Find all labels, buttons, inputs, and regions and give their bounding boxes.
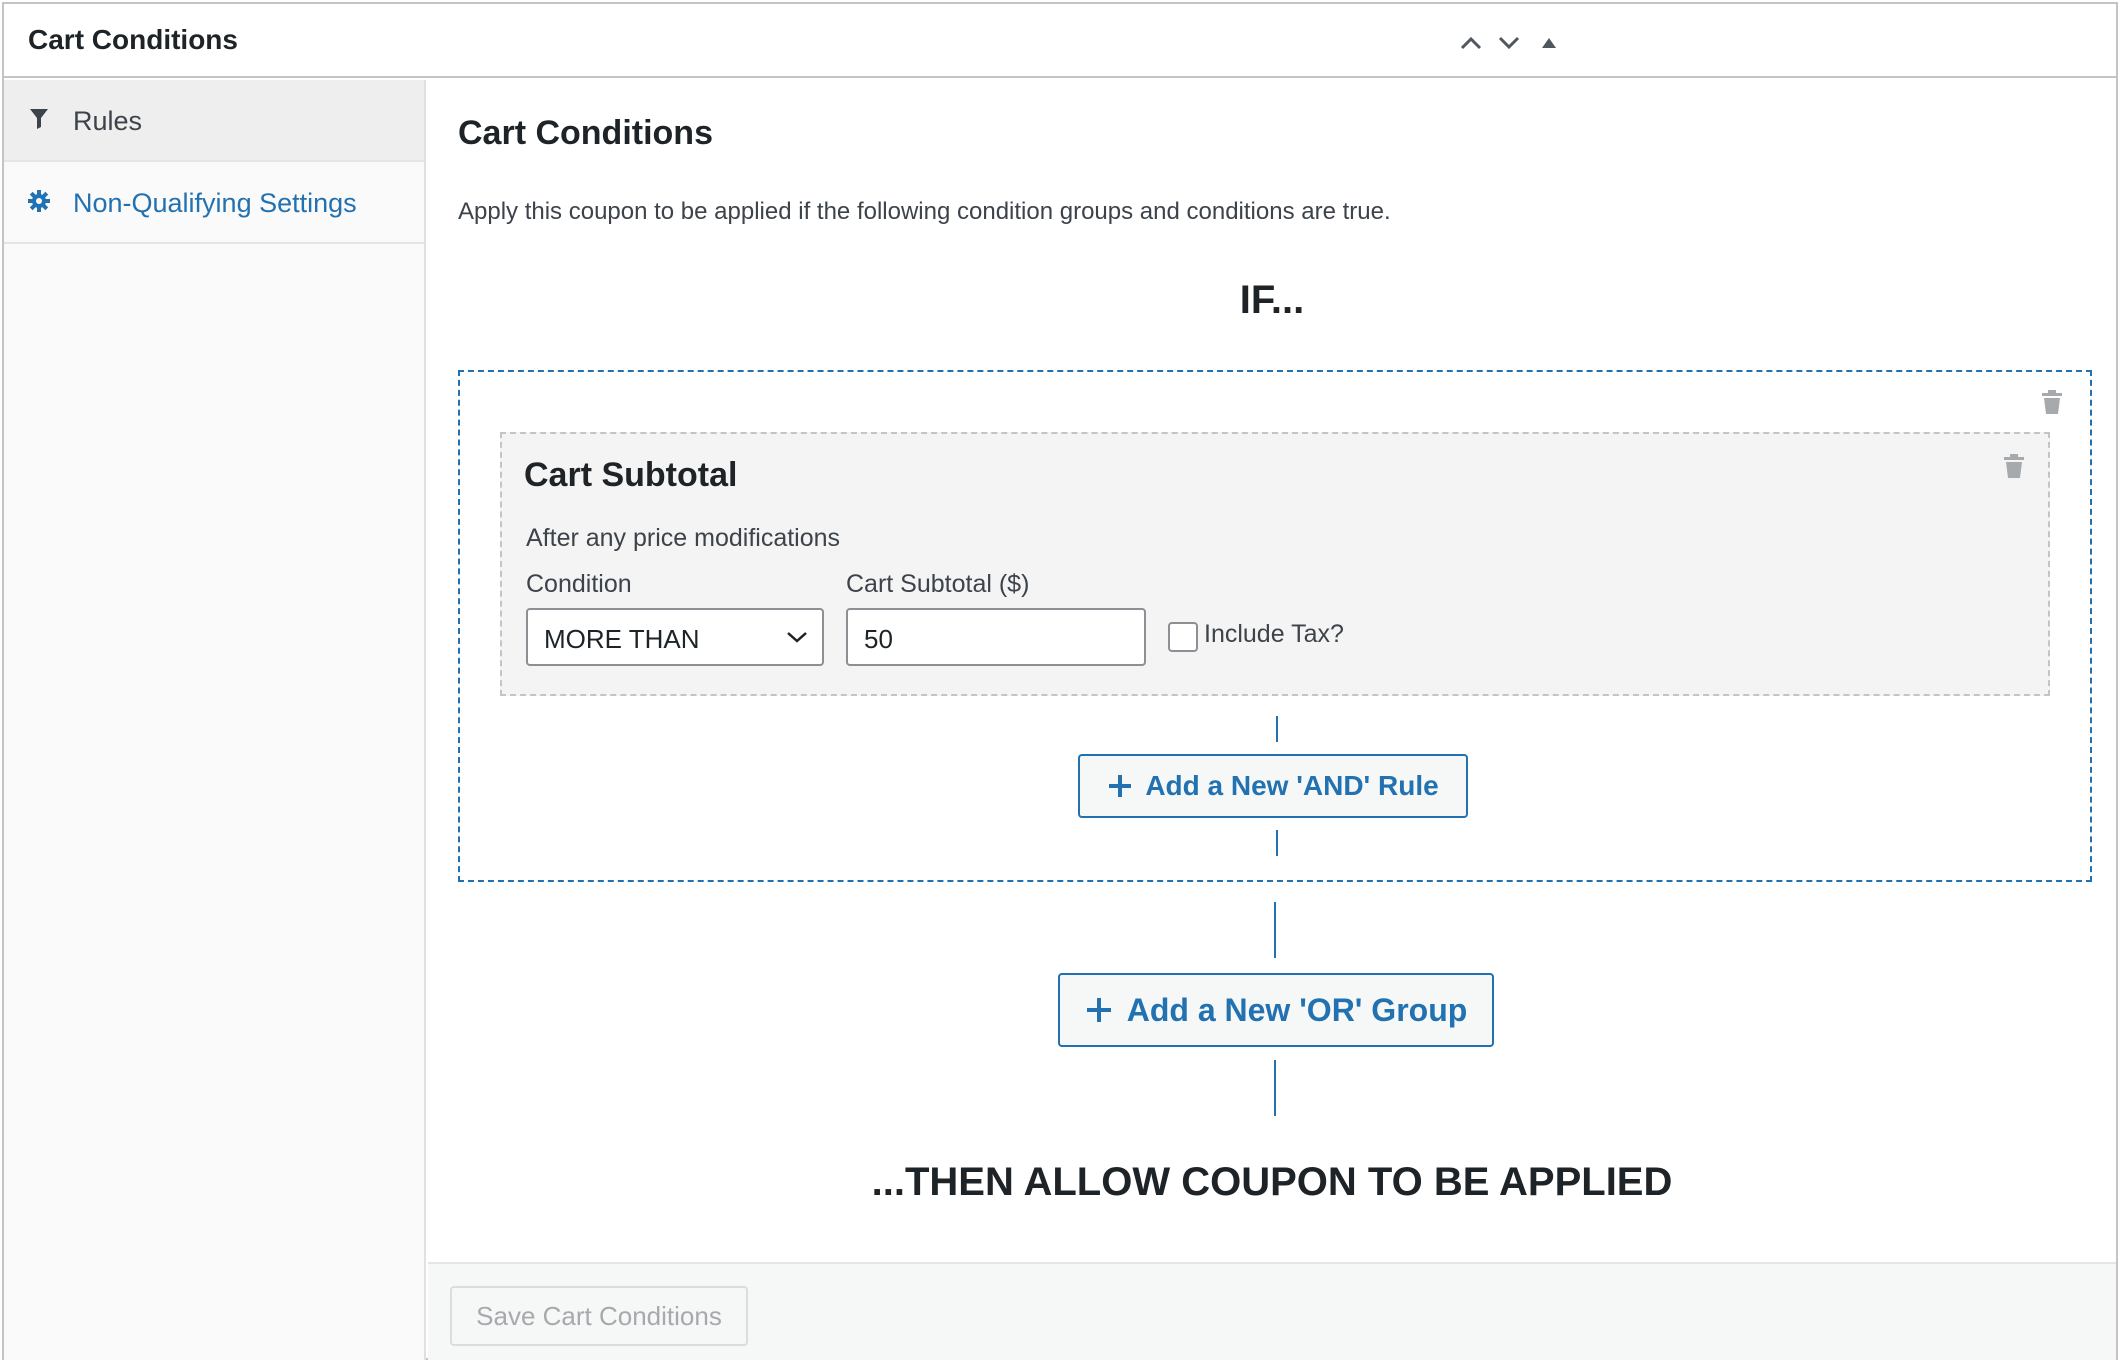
- save-cart-conditions-button[interactable]: Save Cart Conditions: [450, 1286, 748, 1346]
- sidebar-item-rules[interactable]: Rules: [4, 80, 424, 162]
- cart-subtotal-label: Cart Subtotal ($): [846, 570, 1030, 598]
- condition-field-cart-subtotal: Cart Subtotal After any price modificati…: [500, 432, 2050, 696]
- sidebar-item-label: Rules: [73, 106, 143, 136]
- connector-line: [1276, 830, 1278, 856]
- panel-title: Cart Conditions: [28, 24, 238, 55]
- chevron-down-icon: [786, 630, 808, 649]
- add-or-group-button[interactable]: Add a New 'OR' Group: [1058, 973, 1494, 1047]
- chevron-up-icon: [1460, 36, 1482, 50]
- condition-title: Cart Subtotal: [524, 456, 738, 494]
- plus-icon: [1109, 775, 1132, 797]
- cart-subtotal-input[interactable]: 50: [846, 608, 1146, 666]
- delete-group-button[interactable]: [2040, 388, 2064, 416]
- delete-condition-button[interactable]: [2002, 452, 2026, 480]
- caret-up-icon: [1542, 38, 1556, 48]
- toggle-panel-button[interactable]: [1532, 26, 1566, 60]
- section-description: Apply this coupon to be applied if the f…: [458, 198, 1391, 225]
- condition-subtitle: After any price modifications: [526, 524, 841, 552]
- sidebar-item-label: Non-Qualifying Settings: [73, 188, 357, 218]
- main-content: Cart Conditions Apply this coupon to be …: [428, 80, 2116, 1262]
- connector-line: [1276, 716, 1278, 742]
- chevron-down-icon: [1498, 36, 1520, 50]
- move-up-button[interactable]: [1454, 26, 1488, 60]
- connector-line: [1274, 1060, 1276, 1116]
- panel-footer: Save Cart Conditions: [428, 1262, 2116, 1360]
- sidebar-item-non-qualifying-settings[interactable]: Non-Qualifying Settings: [4, 162, 424, 244]
- cart-subtotal-value: 50: [864, 624, 893, 654]
- move-down-button[interactable]: [1492, 26, 1526, 60]
- condition-select-value: MORE THAN: [544, 624, 700, 654]
- gear-icon: [26, 188, 52, 214]
- filter-icon: [26, 106, 52, 132]
- include-tax-checkbox[interactable]: [1168, 622, 1198, 652]
- trash-icon: [2042, 390, 2062, 414]
- section-title: Cart Conditions: [458, 114, 713, 152]
- condition-select[interactable]: MORE THAN: [526, 608, 824, 666]
- add-or-group-label: Add a New 'OR' Group: [1126, 991, 1468, 1028]
- condition-label: Condition: [526, 570, 632, 598]
- cart-conditions-panel: Cart Conditions Rules Non-Qualifying Set…: [2, 2, 2118, 1360]
- add-and-rule-button[interactable]: Add a New 'AND' Rule: [1078, 754, 1468, 818]
- panel-header: Cart Conditions: [4, 4, 2116, 78]
- sidebar: Rules Non-Qualifying Settings: [4, 80, 426, 1360]
- plus-icon: [1086, 998, 1111, 1022]
- trash-icon: [2004, 454, 2024, 478]
- include-tax-label[interactable]: Include Tax?: [1204, 620, 1344, 649]
- then-label: ...THEN ALLOW COUPON TO BE APPLIED: [871, 1160, 1673, 1204]
- if-label: IF...: [1239, 278, 1305, 322]
- connector-line: [1274, 902, 1276, 958]
- condition-group: Cart Subtotal After any price modificati…: [458, 370, 2092, 882]
- add-and-rule-label: Add a New 'AND' Rule: [1145, 770, 1439, 801]
